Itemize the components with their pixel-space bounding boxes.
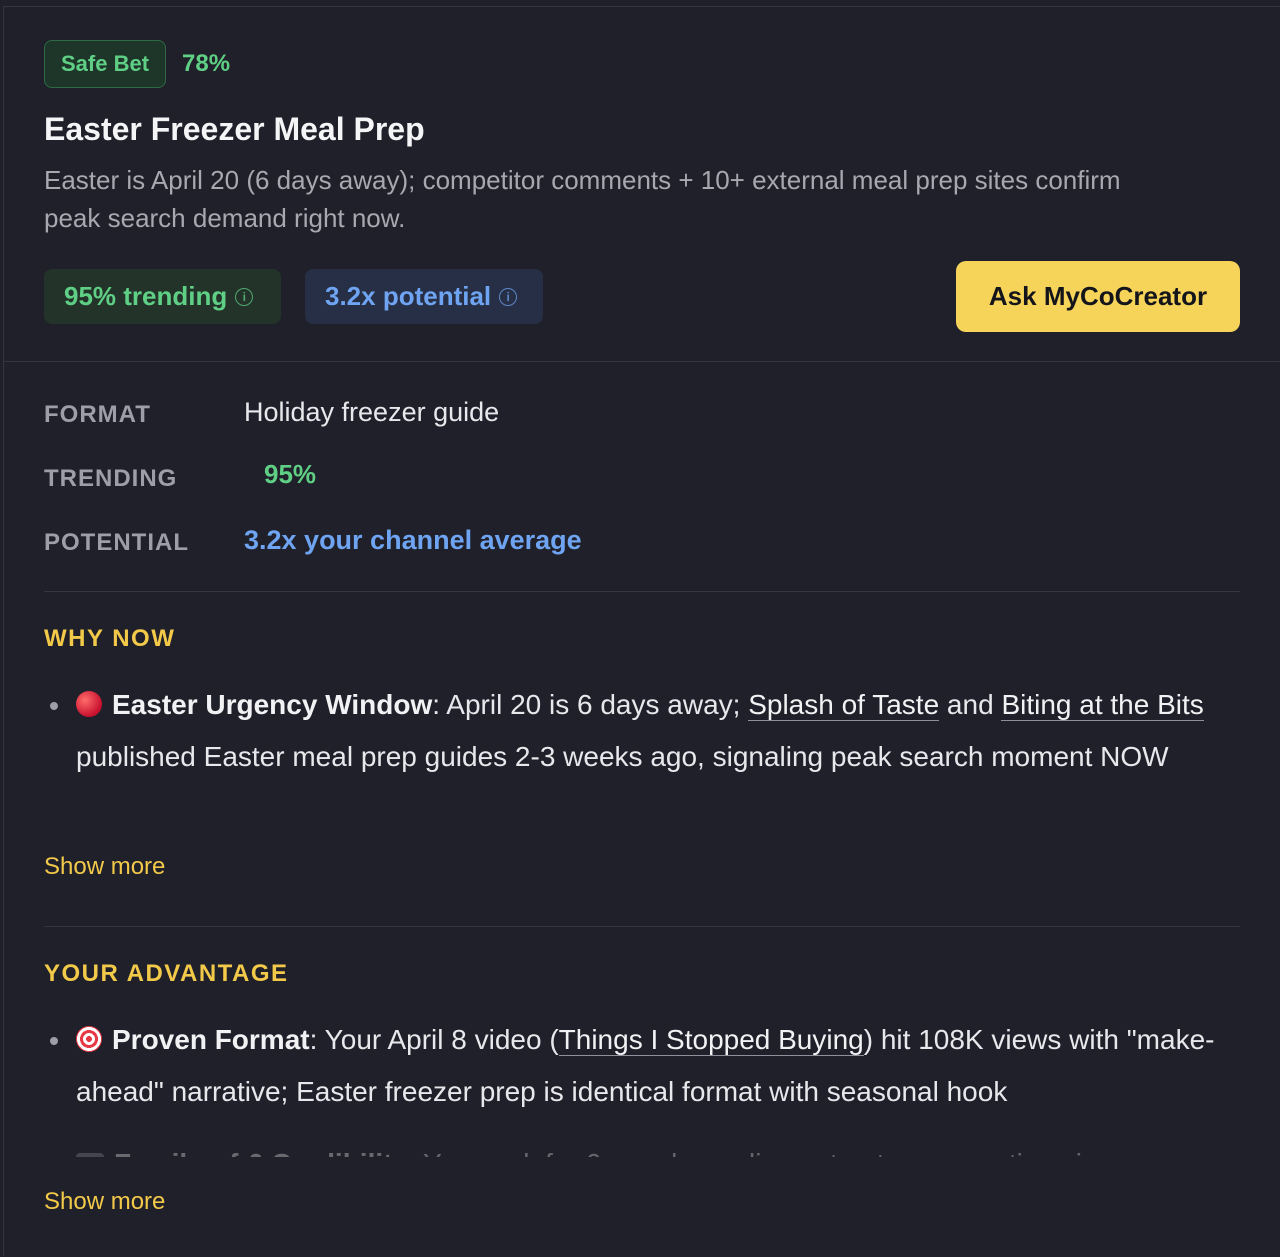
format-row: FORMAT Holiday freezer guide [44,397,1240,437]
card-header: Safe Bet 78% Easter Freezer Meal Prep Ea… [4,7,1280,362]
trending-label: TRENDING [44,465,178,492]
bullet-title: Proven Format [112,1024,310,1055]
trending-row: TRENDING 95% [44,459,1240,501]
potential-row: POTENTIAL 3.2x your channel average [44,525,1240,565]
family-icon [76,1153,104,1175]
potential-pill[interactable]: 3.2x potential i [305,269,543,324]
trending-pill-label: 95% trending [64,281,228,311]
idea-title: Easter Freezer Meal Prep [44,111,425,147]
splash-of-taste-link[interactable]: Splash of Taste [748,689,940,721]
idea-card: Safe Bet 78% Easter Freezer Meal Prep Ea… [3,6,1280,1257]
list-item: Proven Format: Your April 8 video (Thing… [44,1014,1244,1118]
why-now-show-more-button[interactable]: Show more [44,853,165,881]
bullet-text: : April 20 is 6 days away; [432,689,749,720]
biting-at-the-bits-link[interactable]: Biting at the Bits [1001,689,1204,721]
ask-mycocreator-button[interactable]: Ask MyCoCreator [956,261,1240,332]
divider [44,591,1240,592]
trending-value: 95% [264,459,317,489]
target-icon [76,1026,102,1052]
red-circle-icon [76,691,102,717]
fade-overlay [4,777,1280,837]
confidence-score: 78% [182,50,231,77]
bullet-text: published Easter meal prep guides 2-3 we… [76,741,1169,772]
idea-description: Easter is April 20 (6 days away); compet… [44,165,1121,233]
bullet-text: : You cook for 6 people; audience trusts… [408,1148,1126,1179]
format-label: FORMAT [44,401,151,428]
info-icon[interactable]: i [235,287,254,306]
info-icon[interactable]: i [499,287,518,306]
bullet-text: and [939,689,1002,720]
advantage-show-more-button[interactable]: Show more [44,1188,165,1216]
bullet-title: Easter Urgency Window [112,689,433,720]
badge-row: Safe Bet 78% [44,40,230,88]
why-now-list: Easter Urgency Window: April 20 is 6 day… [44,679,1244,783]
list-item: Easter Urgency Window: April 20 is 6 day… [44,679,1244,783]
list-item: Family-of-6 Credibility: You cook for 6 … [44,1138,1244,1190]
format-value: Holiday freezer guide [244,397,500,427]
potential-value: 3.2x your channel average [244,525,582,555]
your-advantage-heading: YOUR ADVANTAGE [44,960,289,987]
safe-bet-badge: Safe Bet [44,40,167,88]
bullet-text: : Your April 8 video ( [309,1024,559,1055]
potential-label: POTENTIAL [44,529,189,556]
potential-pill-label: 3.2x potential [325,281,492,311]
advantage-list: Proven Format: Your April 8 video (Thing… [44,1014,1244,1190]
trending-pill[interactable]: 95% trending i [44,269,281,324]
why-now-heading: WHY NOW [44,625,176,652]
divider [44,926,1240,927]
bullet-title: Family-of-6 Credibility [114,1148,409,1179]
things-i-stopped-buying-link[interactable]: Things I Stopped Buying [558,1024,864,1056]
